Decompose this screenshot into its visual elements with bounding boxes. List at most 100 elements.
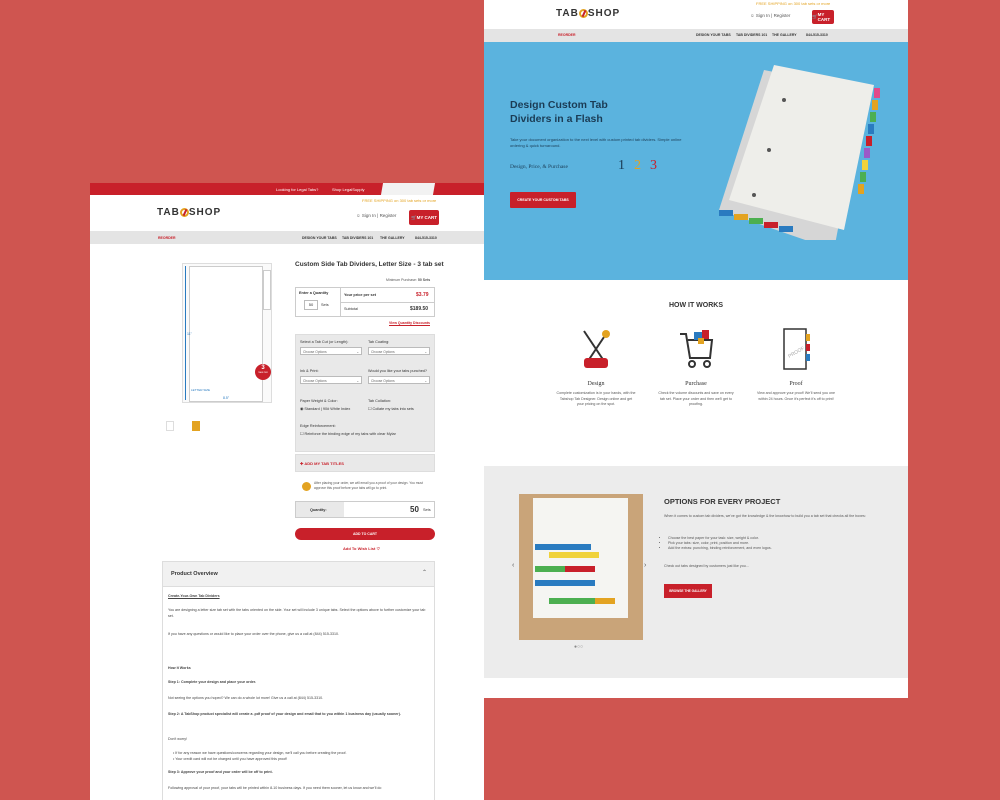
- step-title: Purchase: [685, 381, 707, 387]
- cart-button[interactable]: 🛒 MY CART: [409, 210, 439, 225]
- thumbnail[interactable]: [192, 421, 200, 431]
- carousel-prev-icon[interactable]: ‹: [512, 562, 514, 569]
- nav-reorder[interactable]: REORDER: [558, 33, 576, 37]
- punched-select[interactable]: Choose Options ⌄: [368, 376, 430, 384]
- step-purchase: Purchase Check the volume discounts and …: [656, 326, 736, 408]
- hero-banner: Design Custom Tab Dividers in a Flash Ta…: [484, 42, 908, 280]
- nav-dividers[interactable]: TAB DIVIDERS 101: [342, 236, 373, 240]
- proof-icon: PROOF: [783, 328, 810, 370]
- homepage-window: FREE SHIPPING on 300 tab sets or more TA…: [484, 0, 908, 698]
- header: FREE SHIPPING on 300 tab sets or more TA…: [90, 195, 484, 231]
- hero-steps-label: Design, Price, & Purchase: [510, 164, 568, 170]
- sign-in-link[interactable]: Sign In: [756, 13, 770, 18]
- subtotal-label: Subtotal: [344, 307, 358, 311]
- register-link[interactable]: Register: [774, 13, 791, 18]
- chevron-down-icon: ⌄: [424, 349, 427, 354]
- nav-gallery[interactable]: THE GALLERY: [380, 236, 405, 240]
- tab-count-badge: 3 TABS PER: [255, 364, 271, 380]
- logo-icon: [578, 8, 588, 18]
- product-overview: Product Overview ⌃ Create-Your-Own Tab D…: [162, 561, 435, 800]
- carousel-dots[interactable]: ●○○: [574, 644, 583, 650]
- nav-reorder[interactable]: REORDER: [158, 236, 176, 240]
- browse-gallery-button[interactable]: BROWSE THE GALLERY: [664, 584, 712, 598]
- logo[interactable]: TAB SHOP: [556, 8, 620, 19]
- hero-num-1: 1: [618, 158, 625, 173]
- tab-coating-label: Tab Coating:: [368, 340, 390, 344]
- step-proof: PROOF Proof View and approve your proof!…: [756, 326, 836, 402]
- overview-p1: You are designing a letter size tab set …: [168, 608, 426, 618]
- quantity-value[interactable]: 50: [410, 505, 419, 514]
- nav-design[interactable]: DESIGN YOUR TABS: [696, 33, 731, 37]
- options-section: ‹ › ●○○ OPTIONS FOR EVERY PROJECT When i…: [484, 466, 908, 678]
- quantity-input[interactable]: 50: [304, 300, 318, 310]
- overview-header[interactable]: Product Overview ⌃: [163, 562, 434, 587]
- paper-label: Paper Weight & Color:: [300, 399, 338, 403]
- step-title: Design: [587, 381, 605, 387]
- quantity-discounts-link[interactable]: View Quantity Discounts: [389, 321, 430, 325]
- dont-worry: Don't worry!: [168, 737, 188, 741]
- step-3: Step 3: Approve your proof and your orde…: [168, 770, 273, 774]
- options-list: Choose the best paper for your task: siz…: [668, 536, 772, 551]
- carousel-next-icon[interactable]: ›: [644, 562, 646, 569]
- tab-cut-select[interactable]: Choose Options ⌄: [300, 347, 362, 355]
- overview-subtitle: Create-Your-Own Tab Dividers: [168, 594, 220, 598]
- quantity-label: Quantity:: [310, 508, 327, 512]
- user-icon: ☺: [356, 213, 361, 218]
- logo-icon: [179, 207, 189, 217]
- user-icon: ☺: [750, 13, 755, 18]
- collation-label: Tab Collation:: [368, 399, 392, 403]
- collation-checkbox[interactable]: ☐ Collate my tabs into sets: [368, 406, 414, 411]
- nav-dividers[interactable]: TAB DIVIDERS 101: [736, 33, 767, 37]
- width-label: 8.5": [223, 396, 230, 400]
- hero-description: Take your document organization to the n…: [510, 137, 682, 148]
- cart-icon: [680, 330, 714, 368]
- bullet-1: • If for any reason we have questions/co…: [173, 751, 347, 755]
- tab-coating-select[interactable]: Choose Options ⌄: [368, 347, 430, 355]
- step-1-detail: Not seeing the options you hoped? We can…: [168, 696, 324, 700]
- thumbnail[interactable]: [166, 421, 174, 431]
- step-desc: Check the volume discounts and save on e…: [658, 391, 734, 407]
- options-panel: Select a Tab Cut (or Length): Choose Opt…: [295, 334, 435, 452]
- letter-size-label: LETTER SIZE: [191, 388, 211, 392]
- nav-gallery[interactable]: THE GALLERY: [772, 33, 797, 37]
- overview-title: Product Overview: [171, 571, 218, 577]
- step-design: Design Complete customization is in your…: [556, 326, 636, 408]
- sets-label: Sets: [423, 508, 431, 512]
- paper-radio[interactable]: ◉ Standard | 90# White Index: [300, 406, 350, 411]
- quantity-row: Quantity: 50 Sets: [295, 501, 435, 518]
- chevron-down-icon: ⌄: [424, 378, 427, 383]
- tabs-photo: [519, 494, 643, 640]
- wish-list-link[interactable]: Add To Wish List ♡: [343, 546, 380, 551]
- header: FREE SHIPPING on 300 tab sets or more TA…: [484, 0, 908, 29]
- step-2: Step 2: A TabShop product specialist wil…: [168, 712, 401, 716]
- add-tab-titles-button[interactable]: ✚ ADD MY TAB TITLES: [295, 454, 435, 472]
- top-banner: Looking for Legal Tabs? Shop LegalSupply: [90, 183, 484, 195]
- options-title: OPTIONS FOR EVERY PROJECT: [664, 497, 781, 506]
- nav-design[interactable]: DESIGN YOUR TABS: [302, 236, 337, 240]
- logo[interactable]: TAB SHOP: [157, 207, 221, 218]
- sign-in-link[interactable]: Sign In: [362, 213, 376, 218]
- nav-phone[interactable]: 844-515-3310: [806, 33, 828, 37]
- legal-tabs-text: Looking for Legal Tabs?: [276, 187, 319, 192]
- step-3-detail: Following approval of your proof, your t…: [168, 786, 382, 790]
- nav-bar: REORDER DESIGN YOUR TABS TAB DIVIDERS 10…: [484, 29, 908, 42]
- overview-p2: If you have any questions or would like …: [168, 632, 340, 636]
- product-title: Custom Side Tab Dividers, Letter Size - …: [295, 261, 444, 268]
- ink-select[interactable]: Choose Options ⌄: [300, 376, 362, 384]
- chevron-up-icon[interactable]: ⌃: [422, 569, 427, 576]
- info-icon: [302, 482, 311, 491]
- create-tabs-button[interactable]: CREATE YOUR CUSTOM TABS: [510, 192, 576, 208]
- step-title: Proof: [789, 381, 803, 387]
- nav-phone[interactable]: 844-515-3310: [415, 236, 437, 240]
- hero-title: Design Custom Tab Dividers in a Flash: [510, 99, 608, 125]
- chevron-down-icon: ⌄: [356, 378, 359, 383]
- hero-num-3: 3: [650, 158, 657, 173]
- chevron-down-icon: ⌄: [356, 349, 359, 354]
- add-to-cart-button[interactable]: ADD TO CART: [295, 528, 435, 540]
- edge-checkbox[interactable]: ☐ Reinforce the binding edge of my tabs …: [300, 431, 396, 436]
- cart-button[interactable]: 🛒 MY CART: [812, 10, 834, 24]
- register-link[interactable]: Register: [380, 213, 397, 218]
- list-item: Add the extras: punching, binding reinfo…: [668, 546, 772, 551]
- legal-supply-link[interactable]: Shop LegalSupply: [332, 187, 364, 192]
- options-outro: Check out tabs designed by customers jus…: [664, 564, 749, 568]
